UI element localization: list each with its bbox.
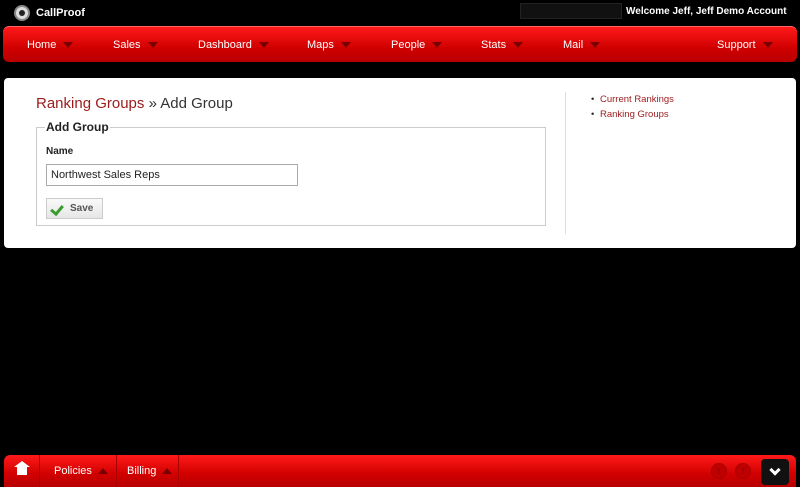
save-button[interactable]: Save	[46, 198, 103, 219]
fieldset-legend: Add Group	[45, 120, 110, 134]
nav-label: People	[391, 39, 426, 51]
caret-up-icon	[162, 468, 173, 474]
name-label: Name	[46, 146, 74, 157]
sidebar-links: Current Rankings Ranking Groups	[591, 94, 674, 124]
breadcrumb-link-ranking-groups[interactable]: Ranking Groups	[36, 95, 144, 112]
nav-label: Mail	[563, 39, 584, 51]
main-nav: Home Sales Dashboard Maps People Stats M…	[3, 26, 797, 62]
checkmark-icon	[52, 203, 65, 214]
logo[interactable]: CallProof	[14, 4, 85, 22]
nav-item-dashboard[interactable]: Dashboard	[198, 27, 269, 63]
collapse-footer-button[interactable]	[761, 459, 789, 485]
footer-item-policies[interactable]: Policies	[41, 455, 117, 487]
caret-up-icon	[97, 468, 108, 474]
home-icon	[13, 461, 30, 477]
save-label: Save	[70, 203, 94, 214]
footer-home-button[interactable]	[4, 455, 40, 487]
welcome-text: Welcome Jeff, Jeff Demo Account	[626, 6, 787, 17]
caret-down-icon	[340, 42, 351, 48]
nav-item-stats[interactable]: Stats	[481, 27, 524, 63]
app-name: CallProof	[36, 7, 85, 19]
add-group-fieldset: Add Group Name Save	[36, 120, 546, 226]
footer-label: Billing	[127, 465, 157, 477]
caret-down-icon	[762, 42, 773, 48]
sidebar-link-current-rankings[interactable]: Current Rankings	[591, 94, 674, 105]
content-panel: Ranking Groups » Add Group Add Group Nam…	[4, 78, 796, 248]
nav-label: Dashboard	[198, 39, 252, 51]
account-search-box[interactable]	[520, 3, 622, 19]
sidebar-link-ranking-groups[interactable]: Ranking Groups	[591, 109, 674, 120]
caret-down-icon	[63, 42, 74, 48]
caret-down-icon	[147, 42, 158, 48]
nav-item-mail[interactable]: Mail	[563, 27, 601, 63]
sidebar-divider	[565, 92, 566, 234]
breadcrumb: Ranking Groups » Add Group	[36, 95, 233, 112]
nav-label: Stats	[481, 39, 507, 51]
nav-item-people[interactable]: People	[391, 27, 443, 63]
nav-label: Maps	[307, 39, 334, 51]
caret-down-icon	[258, 42, 269, 48]
footer-bar: Policies Billing t f	[4, 455, 796, 487]
name-input[interactable]	[46, 164, 298, 186]
footer-label: Policies	[54, 465, 92, 477]
nav-label: Support	[717, 39, 756, 51]
facebook-icon[interactable]: f	[735, 463, 751, 479]
nav-item-support[interactable]: Support	[717, 27, 773, 63]
nav-item-maps[interactable]: Maps	[307, 27, 351, 63]
callproof-logo-icon	[14, 5, 30, 21]
caret-down-icon	[513, 42, 524, 48]
chevron-down-icon	[769, 464, 781, 476]
breadcrumb-separator: »	[148, 95, 157, 112]
top-bar: CallProof Welcome Jeff, Jeff Demo Accoun…	[0, 0, 800, 26]
caret-down-icon	[432, 42, 443, 48]
nav-label: Home	[27, 39, 57, 51]
caret-down-icon	[590, 42, 601, 48]
twitter-icon[interactable]: t	[711, 463, 727, 479]
nav-item-sales[interactable]: Sales	[113, 27, 158, 63]
nav-label: Sales	[113, 39, 141, 51]
nav-item-home[interactable]: Home	[27, 27, 74, 63]
footer-item-billing[interactable]: Billing	[117, 455, 179, 487]
breadcrumb-current: Add Group	[160, 95, 233, 112]
